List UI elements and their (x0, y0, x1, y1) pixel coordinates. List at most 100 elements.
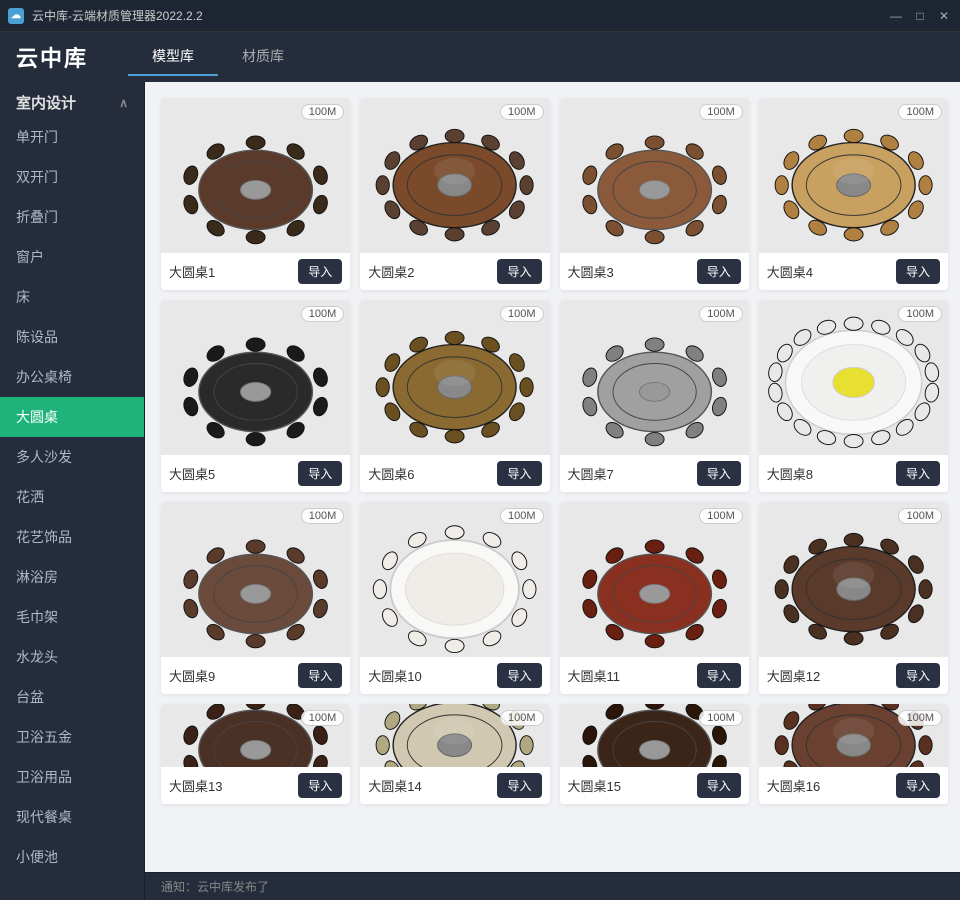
import-button[interactable]: 导入 (497, 461, 541, 486)
model-badge: 100M (699, 306, 743, 322)
import-button[interactable]: 导入 (697, 461, 741, 486)
model-card-image: 100M (560, 300, 749, 455)
main-area: 100M 大圆桌1 导入 100M 大圆桌2 导入 (145, 82, 960, 900)
import-button[interactable]: 导入 (697, 663, 741, 688)
chevron-up-icon: ∧ (119, 96, 128, 110)
model-name: 大圆桌3 (568, 262, 614, 281)
model-card: 100M 大圆桌15 导入 (560, 704, 749, 804)
import-button[interactable]: 导入 (697, 259, 741, 284)
model-name: 大圆桌9 (169, 666, 215, 685)
sidebar-item-floral[interactable]: 花艺饰品 (0, 517, 144, 557)
sidebar-section-label: 室内设计 (16, 92, 76, 113)
model-card: 100M 大圆桌10 导入 (360, 502, 549, 694)
tab-material-library[interactable]: 材质库 (218, 38, 308, 76)
model-card: 100M 大圆桌14 导入 (360, 704, 549, 804)
model-card-image: 100M (759, 98, 948, 253)
model-card-footer: 大圆桌11 导入 (560, 657, 749, 694)
model-card-footer: 大圆桌13 导入 (161, 767, 350, 804)
top-nav: 云中库 模型库 材质库 (0, 32, 960, 82)
import-button[interactable]: 导入 (298, 663, 342, 688)
model-name: 大圆桌11 (568, 666, 621, 685)
model-badge: 100M (301, 104, 345, 120)
sidebar-section-interior[interactable]: 室内设计 ∧ (0, 82, 144, 117)
import-button[interactable]: 导入 (896, 461, 940, 486)
window-controls: — □ ✕ (888, 8, 952, 24)
model-card-footer: 大圆桌4 导入 (759, 253, 948, 290)
model-card-image: 100M (360, 300, 549, 455)
minimize-button[interactable]: — (888, 8, 904, 24)
sidebar-item-display[interactable]: 陈设品 (0, 317, 144, 357)
model-card-image: 100M (759, 704, 948, 767)
model-card: 100M 大圆桌13 导入 (161, 704, 350, 804)
import-button[interactable]: 导入 (896, 259, 940, 284)
app-icon: ☁ (8, 8, 24, 24)
sidebar-item-shower[interactable]: 花洒 (0, 477, 144, 517)
import-button[interactable]: 导入 (298, 773, 342, 798)
model-badge: 100M (898, 306, 942, 322)
model-card-image: 100M (560, 704, 749, 767)
model-badge: 100M (301, 710, 345, 726)
sidebar-item-modern-dining[interactable]: 现代餐桌 (0, 797, 144, 837)
import-button[interactable]: 导入 (298, 259, 342, 284)
model-name: 大圆桌1 (169, 262, 215, 281)
titlebar: ☁ 云中库-云端材质管理器2022.2.2 — □ ✕ (0, 0, 960, 32)
model-badge: 100M (699, 710, 743, 726)
import-button[interactable]: 导入 (497, 773, 541, 798)
model-card-image: 100M (161, 98, 350, 253)
close-button[interactable]: ✕ (936, 8, 952, 24)
sidebar-item-double-door[interactable]: 双开门 (0, 157, 144, 197)
model-badge: 100M (699, 508, 743, 524)
model-card: 100M 大圆桌6 导入 (360, 300, 549, 492)
sidebar-item-window[interactable]: 窗户 (0, 237, 144, 277)
import-button[interactable]: 导入 (497, 663, 541, 688)
sidebar-item-round-table[interactable]: 大圆桌 (0, 397, 144, 437)
model-card-image: 100M (161, 502, 350, 657)
model-card-footer: 大圆桌15 导入 (560, 767, 749, 804)
import-button[interactable]: 导入 (896, 663, 940, 688)
model-name: 大圆桌16 (767, 776, 820, 795)
sidebar-item-office-chair[interactable]: 办公桌椅 (0, 357, 144, 397)
model-card-image: 100M (360, 98, 549, 253)
model-card: 100M 大圆桌9 导入 (161, 502, 350, 694)
model-card-footer: 大圆桌14 导入 (360, 767, 549, 804)
model-card-image: 100M (759, 502, 948, 657)
import-button[interactable]: 导入 (697, 773, 741, 798)
model-card-image: 100M (161, 704, 350, 767)
app-logo: 云中库 (16, 41, 88, 73)
status-notice: 通知：云中库发布了 (161, 878, 269, 895)
model-card-image: 100M (360, 704, 549, 767)
model-name: 大圆桌14 (368, 776, 421, 795)
model-badge: 100M (500, 710, 544, 726)
model-badge: 100M (301, 306, 345, 322)
sidebar-item-urinal[interactable]: 小便池 (0, 837, 144, 877)
model-badge: 100M (699, 104, 743, 120)
tab-model-library[interactable]: 模型库 (128, 38, 218, 76)
content-area: 室内设计 ∧ 单开门 双开门 折叠门 窗户 床 陈设品 办公桌椅 大圆桌 多人沙… (0, 82, 960, 900)
model-card-footer: 大圆桌2 导入 (360, 253, 549, 290)
sidebar-item-folding-door[interactable]: 折叠门 (0, 197, 144, 237)
model-card: 100M 大圆桌7 导入 (560, 300, 749, 492)
model-badge: 100M (500, 104, 544, 120)
sidebar-item-single-door[interactable]: 单开门 (0, 117, 144, 157)
sidebar-item-faucet[interactable]: 水龙头 (0, 637, 144, 677)
sidebar-item-basin[interactable]: 台盆 (0, 677, 144, 717)
sidebar-item-sofa[interactable]: 多人沙发 (0, 437, 144, 477)
model-name: 大圆桌7 (568, 464, 614, 483)
sidebar-item-shower-room[interactable]: 淋浴房 (0, 557, 144, 597)
sidebar-item-bathroom-supplies[interactable]: 卫浴用品 (0, 757, 144, 797)
sidebar-item-bed[interactable]: 床 (0, 277, 144, 317)
import-button[interactable]: 导入 (298, 461, 342, 486)
model-name: 大圆桌4 (767, 262, 813, 281)
maximize-button[interactable]: □ (912, 8, 928, 24)
sidebar-item-bathroom-hardware[interactable]: 卫浴五金 (0, 717, 144, 757)
import-button[interactable]: 导入 (497, 259, 541, 284)
model-name: 大圆桌15 (568, 776, 621, 795)
model-card-footer: 大圆桌1 导入 (161, 253, 350, 290)
model-card-footer: 大圆桌16 导入 (759, 767, 948, 804)
import-button[interactable]: 导入 (896, 773, 940, 798)
model-card-image: 100M (360, 502, 549, 657)
model-grid: 100M 大圆桌1 导入 100M 大圆桌2 导入 (145, 82, 960, 872)
sidebar-item-towel-rack[interactable]: 毛巾架 (0, 597, 144, 637)
model-card-image: 100M (560, 98, 749, 253)
sidebar: 室内设计 ∧ 单开门 双开门 折叠门 窗户 床 陈设品 办公桌椅 大圆桌 多人沙… (0, 82, 145, 900)
